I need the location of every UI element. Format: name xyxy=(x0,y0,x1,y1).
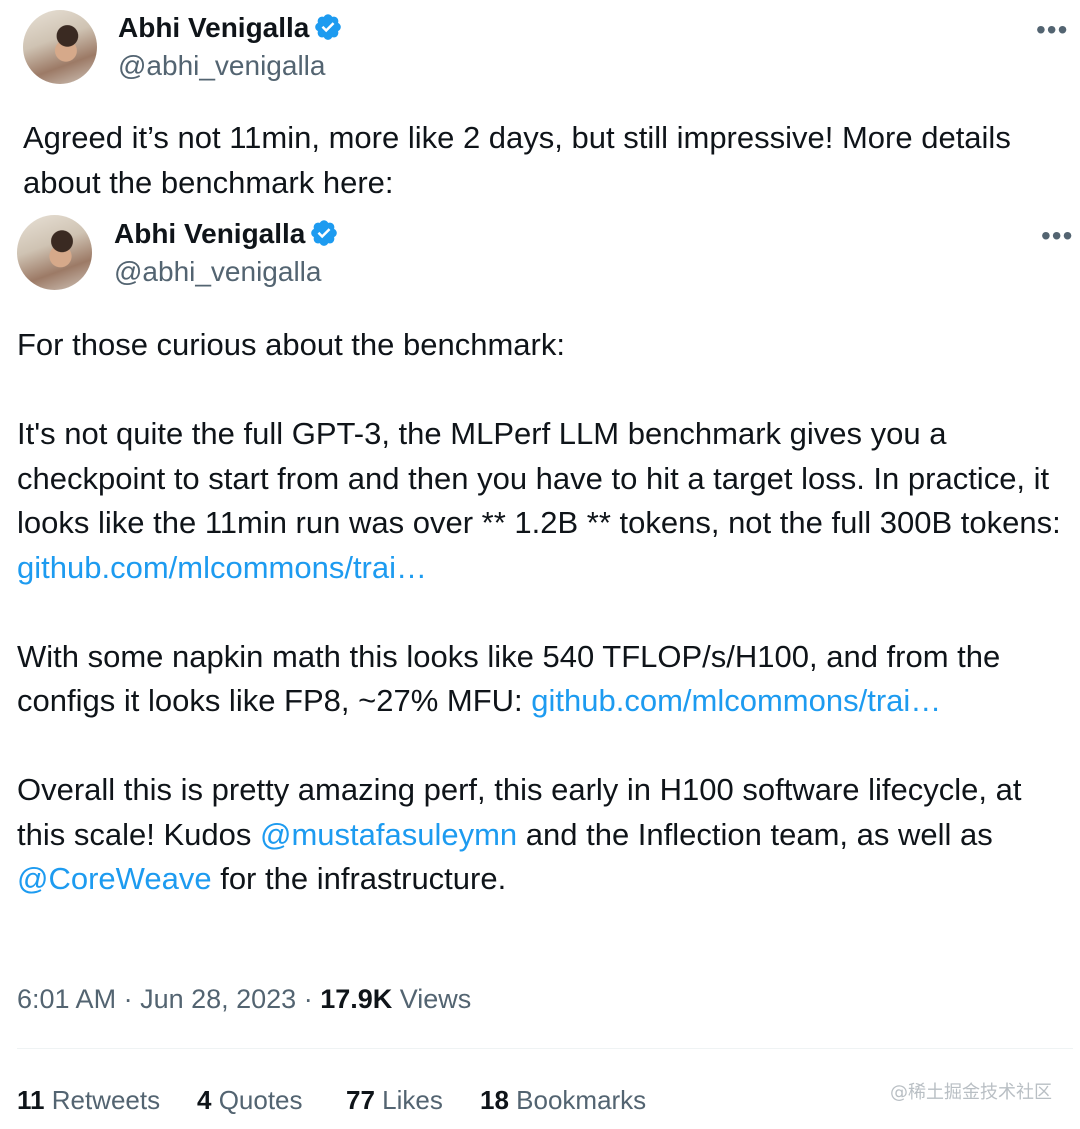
mention-coreweave[interactable]: @CoreWeave xyxy=(17,861,212,896)
author-avatar[interactable] xyxy=(23,10,97,84)
likes-stat[interactable]: 77 Likes xyxy=(346,1085,443,1116)
quoted-paragraph-4: Overall this is pretty amazing perf, thi… xyxy=(17,772,1022,896)
github-link[interactable]: github.com/mlcommons/trai… xyxy=(531,683,941,718)
more-horizontal-icon[interactable]: ••• xyxy=(1036,14,1068,46)
quoted-author-handle[interactable]: @abhi_venigalla xyxy=(114,255,321,289)
retweets-stat[interactable]: 11 Retweets xyxy=(17,1085,160,1116)
author-handle[interactable]: @abhi_venigalla xyxy=(118,49,325,83)
quoted-paragraph-2: It's not quite the full GPT-3, the MLPer… xyxy=(17,416,1061,585)
tweet-text: Agreed it’s not 11min, more like 2 days,… xyxy=(23,120,1011,200)
verified-badge-icon xyxy=(311,220,338,246)
author-name-row[interactable]: Abhi Venigalla xyxy=(118,11,343,45)
quoted-paragraph-1: For those curious about the benchmark: xyxy=(17,327,565,362)
tweet-meta: 6:01 AM · Jun 28, 2023 · 17.9K Views xyxy=(17,984,472,1014)
quotes-stat[interactable]: 4 Quotes xyxy=(197,1085,303,1116)
quoted-paragraph-3: With some napkin math this looks like 54… xyxy=(17,638,1001,719)
quoted-author-name[interactable]: Abhi Venigalla xyxy=(114,218,305,249)
verified-badge-icon xyxy=(315,14,342,40)
tweet-time[interactable]: 6:01 AM xyxy=(17,984,116,1014)
github-link[interactable]: github.com/mlcommons/trai… xyxy=(17,550,427,585)
more-horizontal-icon[interactable]: ••• xyxy=(1041,220,1073,252)
author-name[interactable]: Abhi Venigalla xyxy=(118,12,309,43)
views-count: 17.9K xyxy=(320,984,393,1014)
views-label: Views xyxy=(392,984,472,1014)
quoted-tweet-body: For those curious about the benchmark: I… xyxy=(17,323,1067,902)
watermark: @稀土掘金技术社区 xyxy=(890,1082,1052,1103)
quoted-author-name-row[interactable]: Abhi Venigalla xyxy=(114,217,339,251)
mention-mustafasuleymn[interactable]: @mustafasuleymn xyxy=(260,817,517,852)
bookmarks-stat[interactable]: 18 Bookmarks xyxy=(480,1085,646,1116)
tweet-date[interactable]: Jun 28, 2023 xyxy=(140,984,296,1014)
divider xyxy=(17,1048,1073,1049)
quoted-author-avatar[interactable] xyxy=(17,215,92,290)
